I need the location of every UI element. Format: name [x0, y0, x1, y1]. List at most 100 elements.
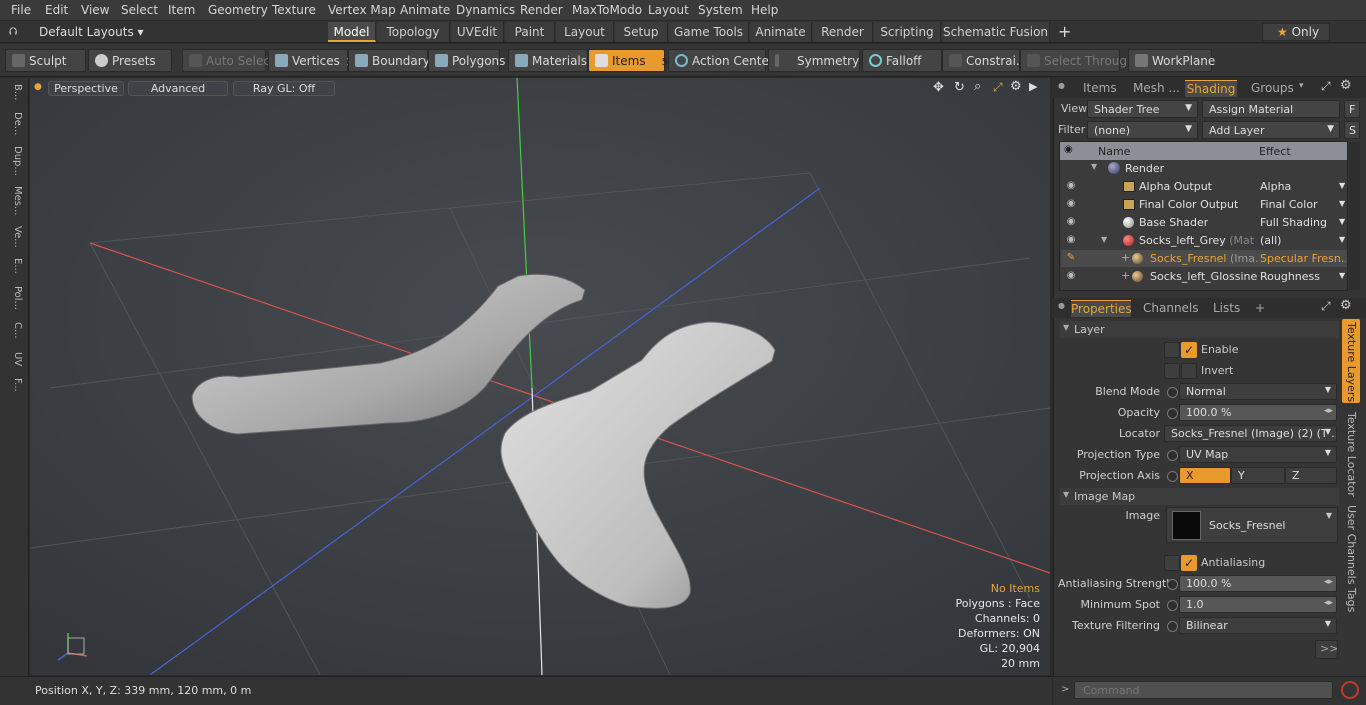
rotate-view-icon[interactable]: ↻ [954, 80, 965, 95]
slider-arrows-icon[interactable]: ◂▸ [1324, 598, 1333, 608]
menu-dynamics[interactable]: Dynamics [456, 3, 515, 17]
minimum-spot-field[interactable]: 1.0 ◂▸ [1179, 596, 1337, 613]
left-tab-basic[interactable]: B... [5, 84, 23, 100]
action-center-button[interactable]: Action Center [668, 49, 774, 72]
tab-animate[interactable]: Animate [750, 22, 812, 42]
s-button[interactable]: S [1344, 121, 1360, 139]
blend-mode-link[interactable] [1167, 387, 1178, 398]
eye-icon[interactable]: ◉ [1063, 270, 1079, 284]
locator-dropdown[interactable]: Socks_Fresnel (Image) (2) (T ... ▼ [1164, 425, 1337, 442]
tab-paint[interactable]: Paint [505, 22, 555, 42]
effect-value[interactable]: Full Shading [1260, 216, 1346, 229]
tree-row-render[interactable]: ▼ Render [1061, 160, 1347, 178]
tab-setup[interactable]: Setup [615, 22, 668, 42]
axis-y-button[interactable]: Y [1231, 467, 1285, 484]
projection-axis-link[interactable] [1167, 471, 1178, 482]
tab-mesh[interactable]: Mesh ... [1133, 80, 1183, 97]
view-dropdown[interactable]: Shader Tree ▼ [1087, 100, 1198, 118]
invert-link[interactable] [1164, 363, 1180, 379]
eye-icon[interactable]: ◉ [1063, 198, 1079, 212]
record-icon[interactable] [1341, 681, 1359, 699]
advanced-dropdown[interactable]: Advanced [128, 81, 228, 96]
menu-render[interactable]: Render [520, 3, 563, 17]
blend-mode-dropdown[interactable]: Normal ▼ [1179, 383, 1337, 400]
effect-value[interactable]: Roughness [1260, 270, 1346, 283]
effect-value[interactable]: Alpha [1260, 180, 1346, 193]
select-through-button[interactable]: Select Through [1020, 49, 1135, 72]
left-tab-uv[interactable]: UV [5, 352, 23, 366]
gear-icon[interactable]: ⚙ [1010, 79, 1022, 94]
tree-row-socks-glossiness[interactable]: ◉ + Socks_left_Glossine... Roughness ▼ [1061, 268, 1347, 286]
polygons-button[interactable]: Polygons [428, 49, 505, 72]
image-map-section-header[interactable]: ▼ Image Map [1060, 488, 1339, 505]
menu-view[interactable]: View [81, 3, 109, 17]
invert-checkbox[interactable] [1181, 363, 1197, 379]
tree-scrollbar[interactable] [1349, 142, 1360, 290]
perspective-dropdown[interactable]: Perspective [48, 81, 124, 96]
antialiasing-checkbox[interactable]: ✓ [1181, 555, 1197, 571]
left-tab-duplicate[interactable]: Dup... [5, 146, 23, 176]
workplane-button[interactable]: WorkPlane [1128, 49, 1215, 72]
constraints-button[interactable]: Constrai... [942, 49, 1027, 72]
left-tab-fusion[interactable]: F... [5, 378, 23, 392]
tab-channels[interactable]: Channels [1143, 300, 1203, 317]
image-picker[interactable]: Socks_Fresnel ▼ [1166, 507, 1338, 543]
menu-vertex-map[interactable]: Vertex Map [328, 3, 396, 17]
boundary-button[interactable]: Boundary [348, 49, 430, 72]
side-tab-texture-locator[interactable]: Texture Locator [1345, 412, 1358, 497]
menu-geometry[interactable]: Geometry [208, 3, 268, 17]
menu-item[interactable]: Item [168, 3, 195, 17]
effect-value[interactable]: (all) [1260, 234, 1346, 247]
menu-animate[interactable]: Animate [400, 3, 450, 17]
tab-render[interactable]: Render [813, 22, 873, 42]
play-icon[interactable]: ▶ [1029, 80, 1037, 93]
expand-icon[interactable]: + [1121, 251, 1130, 264]
falloff-button[interactable]: Falloff [862, 49, 942, 72]
collapse-icon[interactable]: ▼ [1101, 235, 1107, 244]
brush-icon[interactable]: ✎ [1063, 252, 1079, 266]
texture-filtering-link[interactable] [1167, 621, 1178, 632]
side-tab-user-channels[interactable]: User Channels [1345, 505, 1358, 584]
f-button[interactable]: F [1344, 100, 1360, 118]
expand-icon[interactable]: + [1121, 269, 1130, 282]
axis-x-button[interactable]: X [1179, 467, 1231, 484]
left-tab-vertex[interactable]: Ve... [5, 226, 23, 248]
left-tab-edge[interactable]: E... [5, 258, 23, 274]
command-expand-icon[interactable]: > [1061, 684, 1069, 695]
slider-arrows-icon[interactable]: ◂▸ [1324, 577, 1333, 587]
axis-z-button[interactable]: Z [1285, 467, 1337, 484]
antialiasing-link[interactable] [1164, 555, 1180, 571]
tree-row-alpha-output[interactable]: ◉ Alpha Output Alpha ▼ [1061, 178, 1347, 196]
enable-link[interactable] [1164, 342, 1180, 358]
items-button[interactable]: Items 5 [588, 49, 668, 72]
eye-icon[interactable]: ◉ [1063, 234, 1079, 248]
3d-viewport[interactable]: No Items Polygons : Face Channels: 0 Def… [30, 78, 1050, 675]
add-tab-button[interactable]: + [1255, 300, 1267, 317]
tab-shading[interactable]: Shading [1185, 80, 1237, 97]
symmetry-button[interactable]: Symmetry [768, 49, 860, 72]
pin-icon[interactable]: ⮉ [9, 25, 17, 39]
side-tab-texture-layers[interactable]: Texture Layers [1345, 322, 1358, 402]
only-toggle[interactable]: ★ Only [1262, 23, 1330, 41]
tree-row-final-color-output[interactable]: ◉ Final Color Output Final Color ▼ [1061, 196, 1347, 214]
move-view-icon[interactable]: ✥ [933, 80, 944, 95]
tree-row-base-shader[interactable]: ◉ Base Shader Full Shading ▼ [1061, 214, 1347, 232]
tab-game-tools[interactable]: Game Tools [669, 22, 749, 42]
presets-button[interactable]: Presets [88, 49, 172, 72]
tree-row-socks-left-grey[interactable]: ◉ ▼ Socks_left_Grey (Mat ... (all) ▼ [1061, 232, 1347, 250]
command-input[interactable] [1074, 681, 1333, 699]
minimum-spot-link[interactable] [1167, 600, 1178, 611]
opacity-field[interactable]: 100.0 % ◂▸ [1179, 404, 1337, 421]
tab-lists[interactable]: Lists [1213, 300, 1249, 317]
expand-panel-icon[interactable]: ⤢ [1321, 299, 1331, 314]
menu-help[interactable]: Help [751, 3, 778, 17]
tabs-menu-icon[interactable]: ▾ [1299, 81, 1304, 91]
add-layer-dropdown[interactable]: Add Layer ▼ [1202, 121, 1340, 139]
eye-icon[interactable]: ◉ [1063, 180, 1079, 194]
sculpt-button[interactable]: Sculpt [5, 49, 86, 72]
menu-edit[interactable]: Edit [45, 3, 68, 17]
maximize-view-icon[interactable]: ⤢ [993, 80, 1003, 95]
tab-properties[interactable]: Properties [1071, 300, 1132, 317]
filter-dropdown[interactable]: (none) ▼ [1087, 121, 1198, 139]
more-button[interactable]: >> [1315, 640, 1338, 659]
